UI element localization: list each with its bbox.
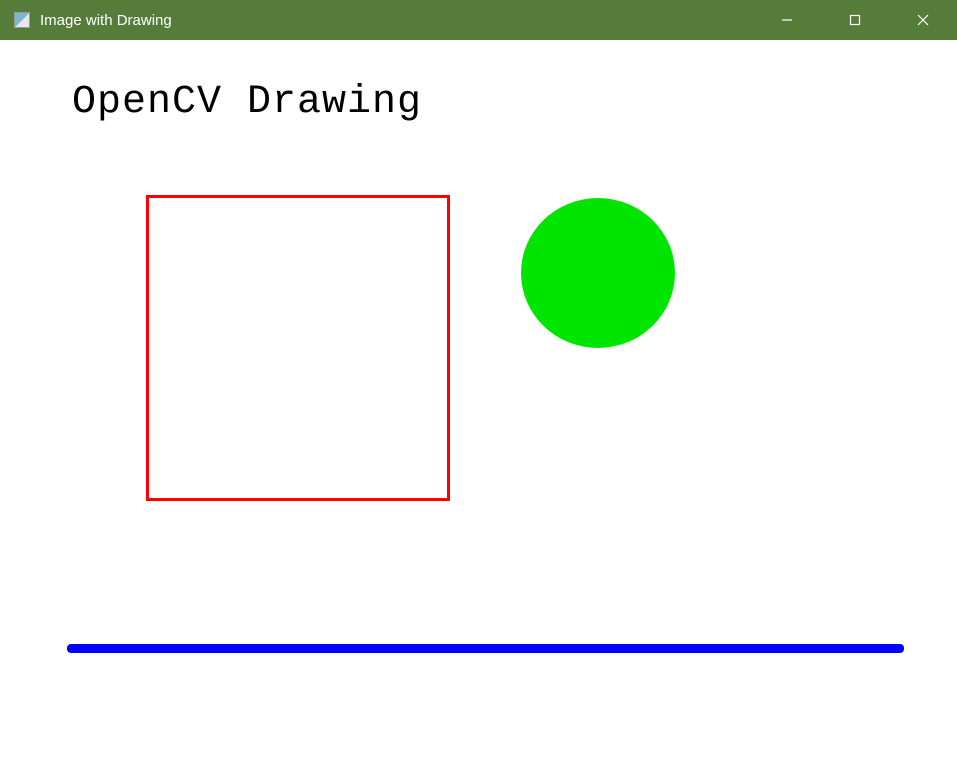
rectangle-shape	[146, 195, 450, 501]
close-button[interactable]	[889, 0, 957, 40]
minimize-button[interactable]	[753, 0, 821, 40]
circle-shape	[521, 198, 675, 348]
line-shape	[67, 644, 904, 653]
close-icon	[917, 14, 929, 26]
minimize-icon	[781, 14, 793, 26]
maximize-icon	[849, 14, 861, 26]
window-titlebar: Image with Drawing	[0, 0, 957, 40]
canvas-text: OpenCV Drawing	[72, 80, 422, 125]
window-title: Image with Drawing	[40, 12, 753, 29]
maximize-button[interactable]	[821, 0, 889, 40]
canvas-area: OpenCV Drawing	[0, 40, 957, 764]
app-icon	[14, 12, 30, 28]
window-controls	[753, 0, 957, 40]
